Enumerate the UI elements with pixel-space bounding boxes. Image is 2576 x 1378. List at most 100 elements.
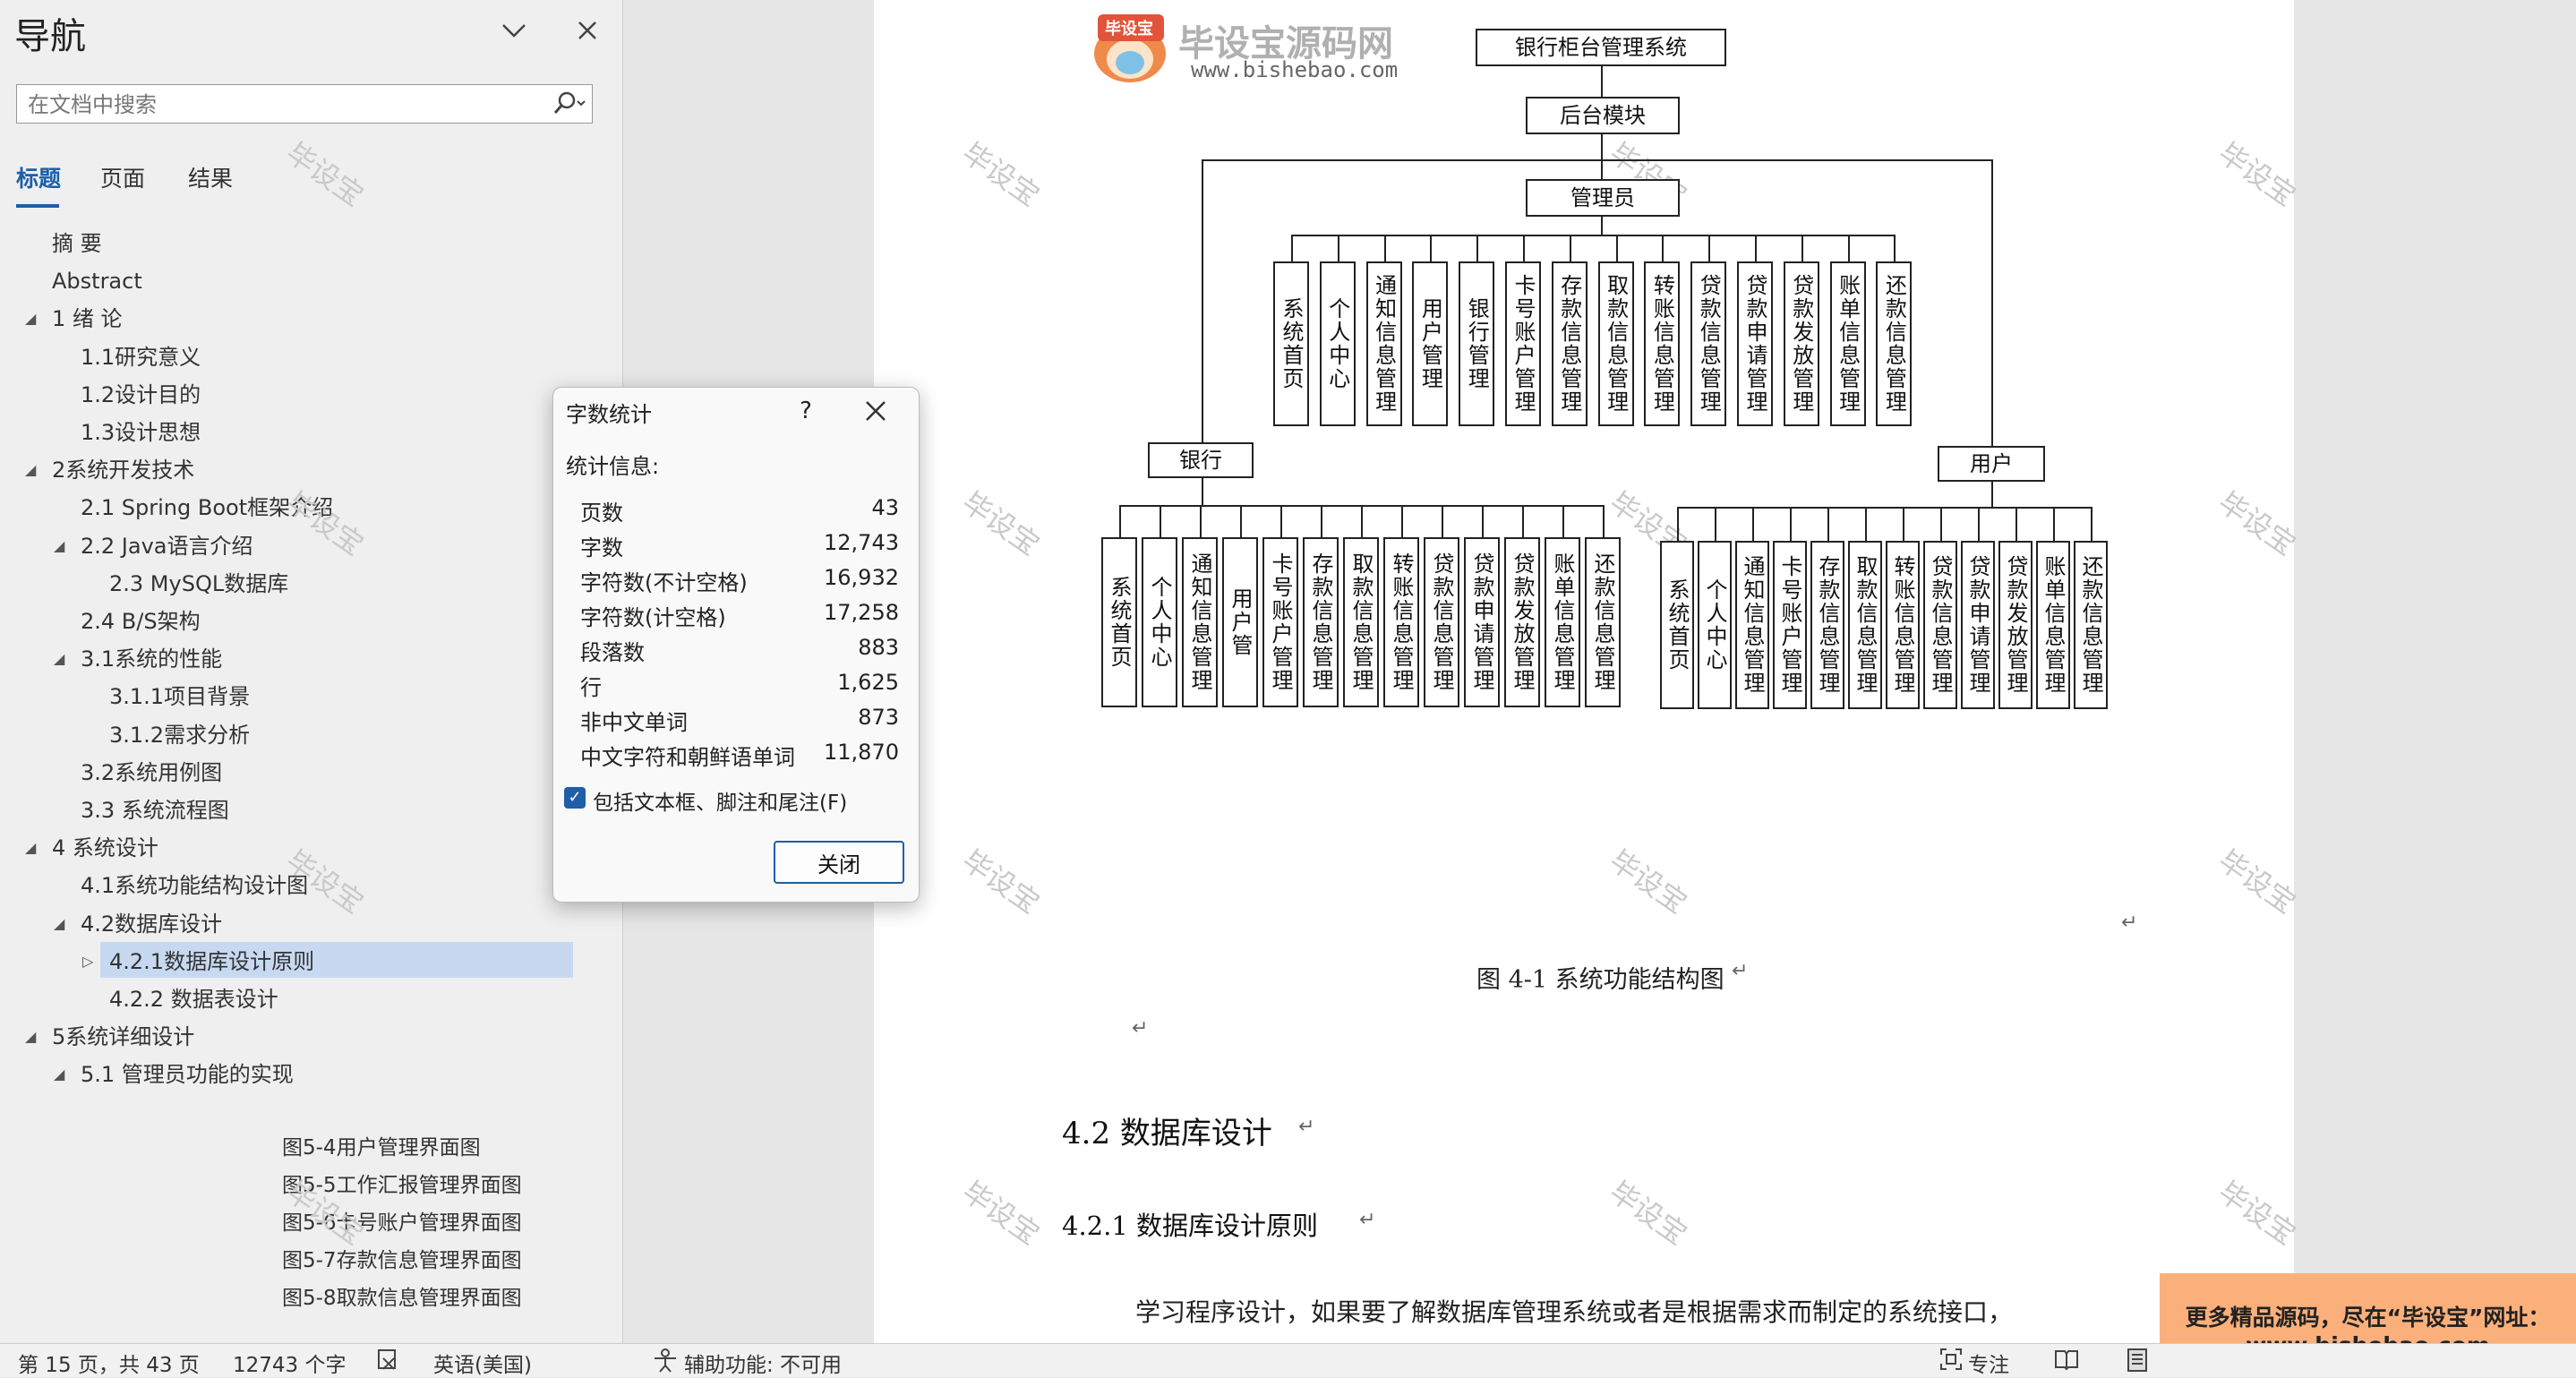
site-logo: 毕设宝 毕设宝源码网 www.bishebao.com xyxy=(1085,4,1398,90)
nav-heading-item[interactable]: 4.2.2 数据表设计 xyxy=(109,981,278,1017)
stat-value: 1,625 xyxy=(837,670,899,695)
nav-heading-item[interactable]: 4 系统设计 xyxy=(52,830,158,866)
expand-toggle-icon[interactable]: ◢ xyxy=(25,839,36,856)
connector-line xyxy=(1569,235,1571,261)
nav-heading-item[interactable]: 1.1研究意义 xyxy=(81,339,201,375)
diagram-node: 还款信息管理 xyxy=(1585,537,1621,707)
connector-line xyxy=(1482,505,1484,537)
connector-line xyxy=(1160,505,1161,537)
nav-heading-item[interactable]: 3.1.1项目背景 xyxy=(109,679,250,715)
heading-4-2[interactable]: 4.2 数据库设计 xyxy=(1062,1108,1272,1152)
connector-line xyxy=(1865,507,1867,541)
nav-heading-item[interactable]: 4.1系统功能结构设计图 xyxy=(81,868,308,903)
nav-heading-item[interactable]: 3.2系统用例图 xyxy=(81,755,222,791)
diagram-node: 取款信息管理 xyxy=(1343,537,1379,707)
nav-heading-item[interactable]: 2系统开发技术 xyxy=(52,452,194,488)
search-input[interactable] xyxy=(26,85,549,124)
expand-toggle-icon[interactable]: ◢ xyxy=(25,1028,36,1045)
figure-list-item[interactable]: 图5-8取款信息管理界面图 xyxy=(282,1280,522,1316)
language-indicator[interactable]: 英语(美国) xyxy=(433,1348,532,1378)
accessibility-status[interactable]: 辅助功能: 不可用 xyxy=(684,1348,842,1378)
nav-heading-item[interactable]: 2.2 Java语言介绍 xyxy=(81,528,253,564)
nav-heading-item[interactable]: 4.2数据库设计 xyxy=(81,906,222,942)
expand-toggle-icon[interactable]: ◢ xyxy=(54,650,64,667)
expand-toggle-icon[interactable]: ◢ xyxy=(54,1066,64,1083)
proofing-icon[interactable] xyxy=(376,1348,401,1378)
search-icon[interactable] xyxy=(547,89,586,119)
tab-headings[interactable]: 标题 xyxy=(16,161,61,193)
connector-line xyxy=(1200,505,1202,537)
dialog-close-icon[interactable] xyxy=(858,393,894,429)
nav-heading-item[interactable]: 3.3 系统流程图 xyxy=(81,792,229,828)
nav-heading-item[interactable]: 2.3 MySQL数据库 xyxy=(109,566,288,602)
nav-heading-item[interactable]: Abstract xyxy=(52,263,142,299)
include-textbox-label[interactable]: 包括文本框、脚注和尾注(F) xyxy=(593,785,847,816)
stat-row: 非中文单词 873 xyxy=(580,701,908,735)
stat-label: 字符数(计空格) xyxy=(580,605,726,630)
connector-line xyxy=(1991,159,1993,446)
connector-line xyxy=(1601,159,1603,179)
paragraph-mark: ↵ xyxy=(1132,1017,1149,1040)
word-count[interactable]: 12743 个字 xyxy=(233,1348,346,1378)
diagram-node: 用户管 xyxy=(1222,537,1258,707)
nav-heading-item[interactable]: 1.2设计目的 xyxy=(81,377,201,413)
navigation-pane: 导航 标题 页面 结果 摘 要Abstract ◢ 1 绪 论1.1研究意义1.2设… xyxy=(0,0,623,1343)
nav-title: 导航 xyxy=(14,16,86,57)
tab-pages[interactable]: 页面 xyxy=(100,161,145,193)
print-layout-icon[interactable] xyxy=(2126,1348,2149,1378)
figure-list-item[interactable]: 图5-4用户管理界面图 xyxy=(282,1130,481,1166)
nav-heading-item[interactable]: 5系统详细设计 xyxy=(52,1019,194,1055)
connector-line xyxy=(1991,482,1993,507)
nav-heading-item[interactable]: 5.1 管理员功能的实现 xyxy=(81,1057,294,1092)
connector-line xyxy=(1119,505,1121,537)
diagram-node: 贷款信息管理 xyxy=(1690,261,1727,426)
tab-results[interactable]: 结果 xyxy=(188,161,233,193)
watermark-text: 毕设宝 xyxy=(955,1174,1047,1252)
nav-heading-item[interactable]: 3.1系统的性能 xyxy=(81,641,222,677)
nav-heading-item[interactable]: 摘 要 xyxy=(52,226,102,261)
read-mode-icon[interactable] xyxy=(2054,1348,2079,1376)
connector-line xyxy=(1677,507,2091,509)
diagram-node: 存款信息管理 xyxy=(1810,541,1844,709)
help-button[interactable]: ? xyxy=(788,393,824,429)
close-nav-icon[interactable] xyxy=(569,13,605,48)
connector-line xyxy=(1755,235,1757,261)
focus-mode-icon[interactable] xyxy=(1939,1348,1963,1376)
figure-list-item[interactable]: 图5-7存款信息管理界面图 xyxy=(282,1243,522,1279)
stat-value: 873 xyxy=(858,705,899,730)
connector-line xyxy=(1337,235,1339,261)
paragraph-mark: ↵ xyxy=(1732,960,1749,982)
focus-mode-label[interactable]: 专注 xyxy=(1968,1348,2009,1378)
expand-toggle-icon[interactable]: ◢ xyxy=(54,915,64,932)
connector-line xyxy=(1291,235,1293,261)
page-count[interactable]: 第 15 页，共 43 页 xyxy=(18,1348,200,1378)
nav-heading-item[interactable]: 1.3设计思想 xyxy=(81,415,201,450)
watermark-text: 毕设宝 xyxy=(955,135,1047,213)
include-textbox-checkbox[interactable]: ✓ xyxy=(564,787,586,809)
connector-line xyxy=(1240,505,1242,537)
expand-toggle-icon[interactable]: ◢ xyxy=(25,461,36,478)
accessibility-icon xyxy=(652,1348,679,1378)
nav-heading-item[interactable]: 4.2.1数据库设计原则 xyxy=(109,944,314,980)
connector-line xyxy=(2053,507,2055,541)
close-button[interactable]: 关闭 xyxy=(774,841,904,884)
expand-toggle-icon[interactable]: ◢ xyxy=(25,310,36,327)
stat-row: 中文字符和朝鲜语单词 11,870 xyxy=(580,736,908,770)
stat-value: 883 xyxy=(858,635,899,660)
document-page[interactable]: 毕设宝 毕设宝 毕设宝 毕设宝 毕设宝 毕设宝 毕设宝 毕设宝 毕设宝 毕设宝 毕设宝 毕设宝 银行柜… xyxy=(874,0,2302,1343)
connector-line xyxy=(1202,159,1203,442)
watermark-text: 毕设宝 xyxy=(955,843,1047,920)
connector-line xyxy=(1827,507,1829,541)
nav-heading-item[interactable]: 2.4 B/S架构 xyxy=(81,603,201,639)
expand-toggle-icon[interactable]: ◢ xyxy=(54,537,64,554)
logo-badge: 毕设宝 xyxy=(1105,20,1153,39)
paragraph-mark: ↵ xyxy=(2121,912,2138,934)
heading-4-2-1[interactable]: 4.2.1 数据库设计原则 xyxy=(1062,1205,1318,1243)
chevron-down-icon[interactable] xyxy=(496,13,532,48)
body-paragraph[interactable]: 学习程序设计，如果要了解数据库管理系统或者是根据需求而制定的系统接口， xyxy=(1135,1293,2013,1329)
connector-line xyxy=(1708,235,1711,261)
connector-line xyxy=(1715,507,1716,541)
nav-heading-item[interactable]: 1 绪 论 xyxy=(52,301,123,337)
expand-toggle-icon[interactable]: ▷ xyxy=(82,953,93,970)
nav-heading-item[interactable]: 3.1.2需求分析 xyxy=(109,717,250,753)
